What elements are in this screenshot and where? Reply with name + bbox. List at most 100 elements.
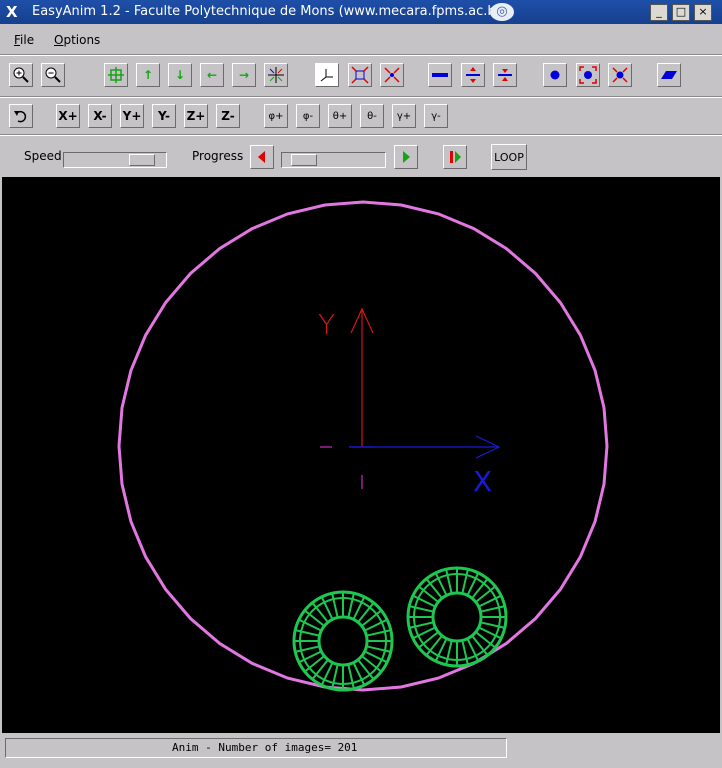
phi-plus-label: φ+ [268,110,284,122]
toolbar-divider [0,96,722,98]
center-button[interactable] [104,63,128,87]
line-expand-icon [466,67,480,83]
menu-file[interactable]: File [14,33,34,47]
play-backward-icon [258,151,265,163]
pan-down-button[interactable]: ↓ [168,63,192,87]
x-minus-label: X- [93,109,107,123]
contract-button[interactable] [380,63,404,87]
bearing-race [431,591,483,643]
z-minus-label: Z- [221,109,235,123]
contract-icon [384,67,400,83]
bearing-spoke [347,592,355,618]
phi-minus-button[interactable]: φ- [296,104,320,128]
y-minus-label: Y- [158,109,170,123]
bearing-left [292,590,394,692]
bearing-spoke [366,629,392,637]
fit-view-button[interactable] [264,63,288,87]
bearing-right [406,566,508,668]
gamma-plus-label: γ+ [396,110,412,122]
zoom-in-button[interactable] [9,63,33,87]
x-logo-icon: X [6,3,18,21]
title-bar[interactable]: X EasyAnim 1.2 - Faculte Polytechnique d… [0,0,722,24]
theta-minus-label: θ- [367,110,377,122]
play-forward-button[interactable] [394,145,418,169]
maximize-button[interactable]: □ [672,4,690,21]
axes-icon [320,69,333,82]
progress-slider-thumb[interactable] [291,154,317,166]
bearing-spoke [331,592,339,618]
zoom-out-button[interactable] [41,63,65,87]
speed-label: Speed [24,149,62,163]
menu-bar: File Options [0,28,722,52]
zoom-out-icon [45,67,61,83]
point-contract-button[interactable] [608,63,632,87]
z-plus-label: Z+ [186,109,206,123]
theta-plus-label: θ+ [332,110,348,122]
bearing-spoke [461,640,469,666]
progress-slider[interactable] [281,152,386,168]
gamma-plus-button[interactable]: γ+ [392,104,416,128]
line-button[interactable] [428,63,452,87]
status-bar: Anim - Number of images= 201 [5,738,507,758]
expand-button[interactable] [348,63,372,87]
gamma-minus-button[interactable]: γ- [424,104,448,128]
bearing-spoke [480,605,506,613]
pan-right-button[interactable]: → [232,63,256,87]
menu-options[interactable]: Options [54,33,100,47]
animation-canvas[interactable]: Y X [2,177,720,733]
bearing-race [317,615,369,667]
point-expand-icon [579,66,597,84]
speed-slider-thumb[interactable] [129,154,155,166]
line-contract-button[interactable] [493,63,517,87]
point-button[interactable] [543,63,567,87]
y-axis [350,307,374,447]
x-minus-button[interactable]: X- [88,104,112,128]
speed-slider[interactable] [63,152,167,168]
plane-button[interactable] [657,63,681,87]
fit-view-icon [268,67,284,83]
y-axis-label: Y [318,308,335,341]
y-minus-button[interactable]: Y- [152,104,176,128]
theta-plus-button[interactable]: θ+ [328,104,352,128]
zoom-in-icon [13,67,29,83]
bearing-spoke [408,605,434,613]
bearing-spoke [294,629,320,637]
window-title: EasyAnim 1.2 - Faculte Polytechnique de … [32,4,509,19]
axes-button[interactable] [315,63,339,87]
point-expand-button[interactable] [576,63,600,87]
plane-icon [661,71,677,79]
bearing-spoke [445,568,453,594]
play-pause-button[interactable] [443,145,467,169]
z-plus-button[interactable]: Z+ [184,104,208,128]
close-button[interactable]: × [694,4,712,21]
gamma-minus-label: γ- [431,110,441,122]
point-icon [550,70,560,80]
system-menu-icon[interactable]: ◎ [490,3,514,21]
toolbar-divider-2 [0,134,722,136]
phi-minus-label: φ- [302,110,314,122]
bearing-spoke [408,621,434,629]
x-plus-button[interactable]: X+ [56,104,80,128]
y-plus-button[interactable]: Y+ [120,104,144,128]
pan-left-button[interactable]: ← [200,63,224,87]
minimize-button[interactable]: _ [650,4,668,21]
bearing-spoke [461,568,469,594]
undo-button[interactable] [9,104,33,128]
bearing-spoke [445,640,453,666]
loop-button[interactable]: LOOP [491,144,527,170]
y-plus-label: Y+ [122,109,142,123]
z-minus-button[interactable]: Z- [216,104,240,128]
bearing-spoke [331,664,339,690]
bearing-spoke [294,645,320,653]
pan-up-button[interactable]: ↑ [136,63,160,87]
x-plus-label: X+ [58,109,78,123]
line-expand-button[interactable] [461,63,485,87]
menu-divider [0,54,722,56]
play-forward-icon [403,151,410,163]
expand-icon [351,66,369,84]
x-axis [349,435,501,459]
scene-drawing: Y X [117,200,609,692]
step-back-button[interactable] [250,145,274,169]
theta-minus-button[interactable]: θ- [360,104,384,128]
phi-plus-button[interactable]: φ+ [264,104,288,128]
